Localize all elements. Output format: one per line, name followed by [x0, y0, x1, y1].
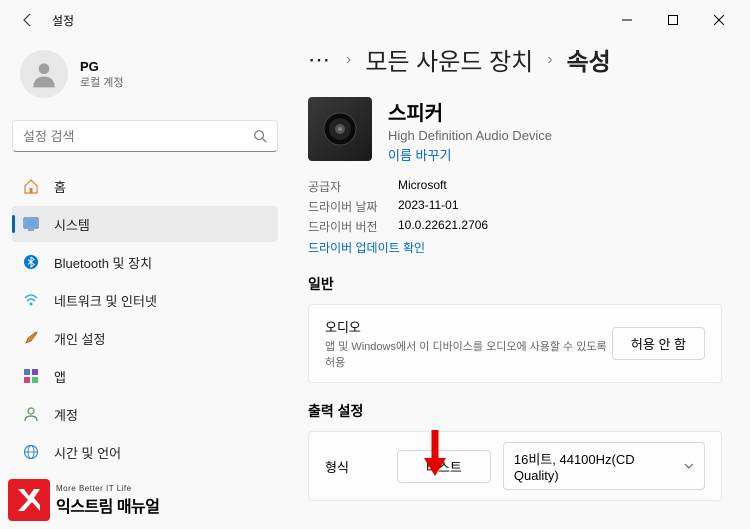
format-label: 형식 [325, 457, 385, 476]
device-desc: High Definition Audio Device [388, 128, 552, 143]
dropdown-value: 16비트, 44100Hz(CD Quality) [514, 449, 677, 483]
back-button[interactable] [16, 8, 40, 32]
chevron-right-icon: › [547, 51, 552, 69]
device-name: 스피커 [388, 97, 552, 126]
meta-label: 드라이버 날짜 [308, 198, 398, 215]
titlebar: 설정 [0, 0, 750, 40]
maximize-icon [668, 15, 678, 25]
meta-label: 공급자 [308, 178, 398, 195]
chevron-right-icon: › [346, 51, 351, 69]
section-output: 출력 설정 [308, 401, 722, 421]
device-meta: 공급자 Microsoft 드라이버 날짜 2023-11-01 드라이버 버전… [308, 178, 722, 235]
section-general: 일반 [308, 274, 722, 294]
account-icon [22, 405, 40, 423]
watermark: More Better IT Life 익스트림 매뉴얼 [8, 479, 160, 521]
nav-label: 시스템 [54, 215, 90, 234]
watermark-main: 익스트림 매뉴얼 [56, 493, 160, 517]
apps-icon [22, 367, 40, 385]
search-box[interactable] [12, 120, 278, 152]
system-icon [22, 215, 40, 233]
chevron-down-icon [684, 461, 694, 471]
sidebar: PG 로컬 계정 홈 시스템 Bluetooth 및 장치 [0, 40, 290, 529]
main-content: ⋯ › 모든 사운드 장치 › 속성 스피커 High Definition A… [290, 40, 750, 529]
meta-label: 드라이버 버전 [308, 218, 398, 235]
nav-label: 네트워크 및 인터넷 [54, 291, 157, 310]
person-icon [28, 58, 60, 90]
nav-home[interactable]: 홈 [12, 168, 278, 204]
meta-value: 10.0.22621.2706 [398, 218, 722, 235]
test-button[interactable]: 테스트 [397, 450, 491, 483]
format-row: 형식 테스트 16비트, 44100Hz(CD Quality) [308, 431, 722, 501]
breadcrumb-item[interactable]: 모든 사운드 장치 [365, 42, 533, 77]
nav-network[interactable]: 네트워크 및 인터넷 [12, 282, 278, 318]
nav-personalization[interactable]: 개인 설정 [12, 320, 278, 356]
card-sub: 앱 및 Windows에서 이 디바이스를 오디오에 사용할 수 있도록 허용 [325, 338, 612, 370]
window-title: 설정 [52, 12, 74, 29]
arrow-left-icon [20, 12, 36, 28]
maximize-button[interactable] [650, 4, 696, 36]
minimize-icon [622, 15, 632, 25]
nav-label: 시간 및 언어 [54, 443, 121, 462]
nav-time-language[interactable]: 시간 및 언어 [12, 434, 278, 470]
nav-label: 홈 [54, 177, 66, 196]
speaker-icon [308, 97, 372, 161]
nav: 홈 시스템 Bluetooth 및 장치 네트워크 및 인터넷 개인 설정 앱 [12, 168, 278, 470]
nav-apps[interactable]: 앱 [12, 358, 278, 394]
breadcrumb-more[interactable]: ⋯ [308, 47, 332, 73]
breadcrumb-current: 속성 [567, 42, 611, 77]
search-input[interactable] [23, 129, 253, 144]
minimize-button[interactable] [604, 4, 650, 36]
user-subtitle: 로컬 계정 [80, 74, 124, 90]
wifi-icon [22, 291, 40, 309]
user-block[interactable]: PG 로컬 계정 [12, 40, 278, 116]
nav-label: 앱 [54, 367, 66, 386]
nav-label: 계정 [54, 405, 78, 424]
disallow-button[interactable]: 허용 안 함 [612, 327, 705, 360]
nav-label: Bluetooth 및 장치 [54, 253, 152, 272]
home-icon [22, 177, 40, 195]
nav-bluetooth[interactable]: Bluetooth 및 장치 [12, 244, 278, 280]
device-header: 스피커 High Definition Audio Device 이름 바꾸기 [308, 97, 722, 164]
user-name: PG [80, 59, 124, 74]
card-title: 오디오 [325, 317, 612, 336]
driver-update-link[interactable]: 드라이버 업데이트 확인 [308, 239, 722, 256]
nav-label: 개인 설정 [54, 329, 105, 348]
format-dropdown[interactable]: 16비트, 44100Hz(CD Quality) [503, 442, 705, 490]
audio-card: 오디오 앱 및 Windows에서 이 디바이스를 오디오에 사용할 수 있도록… [308, 304, 722, 383]
nav-accounts[interactable]: 계정 [12, 396, 278, 432]
watermark-sub: More Better IT Life [56, 484, 160, 493]
bluetooth-icon [22, 253, 40, 271]
avatar [20, 50, 68, 98]
watermark-badge [8, 479, 50, 521]
meta-value: 2023-11-01 [398, 198, 722, 215]
brush-icon [22, 329, 40, 347]
meta-value: Microsoft [398, 178, 722, 195]
globe-icon [22, 443, 40, 461]
breadcrumb: ⋯ › 모든 사운드 장치 › 속성 [308, 42, 722, 77]
search-icon [253, 129, 267, 143]
nav-system[interactable]: 시스템 [12, 206, 278, 242]
close-button[interactable] [696, 4, 742, 36]
close-icon [714, 15, 724, 25]
rename-link[interactable]: 이름 바꾸기 [388, 145, 552, 164]
